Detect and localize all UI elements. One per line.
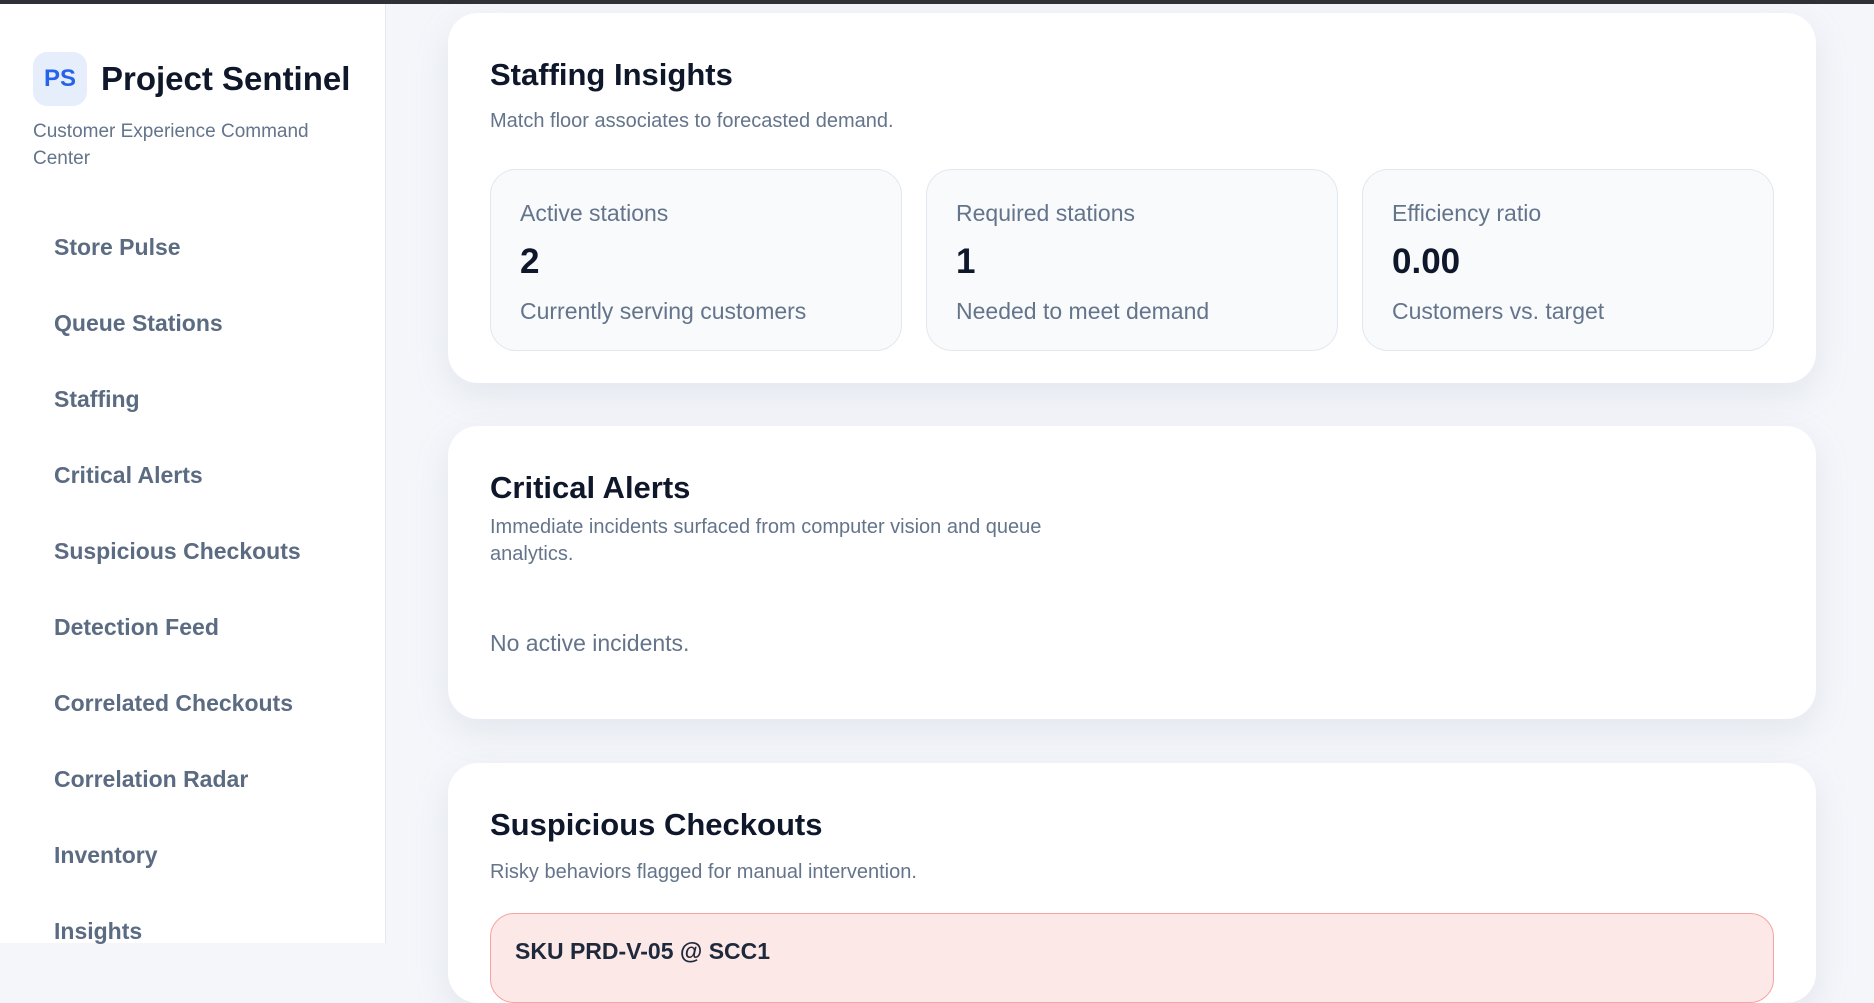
card-title: Suspicious Checkouts <box>490 807 823 842</box>
stat-note: Needed to meet demand <box>956 298 1210 324</box>
critical-alerts-card: Critical Alerts Immediate incidents surf… <box>448 426 1816 719</box>
brand-subtitle: Customer Experience Command Center <box>33 121 309 169</box>
stat-label: Required stations <box>956 200 1135 226</box>
stat-note: Currently serving customers <box>520 298 807 324</box>
card-title: Staffing Insights <box>490 57 733 92</box>
sidebar-item-inventory[interactable]: Inventory <box>33 817 353 893</box>
brand-logo: PS <box>33 52 87 106</box>
stat-value: 0.00 <box>1392 242 1461 281</box>
sidebar-item-suspicious-checkouts[interactable]: Suspicious Checkouts <box>33 513 353 589</box>
stat-label: Active stations <box>520 200 669 226</box>
sidebar-item-critical-alerts[interactable]: Critical Alerts <box>33 437 353 513</box>
sidebar-item-insights[interactable]: Insights <box>33 893 353 969</box>
stat-value: 1 <box>956 242 976 281</box>
brand-name: Project Sentinel <box>101 60 351 97</box>
suspicious-checkouts-card: Suspicious Checkouts Risky behaviors fla… <box>448 763 1816 1003</box>
sidebar-item-store-pulse[interactable]: Store Pulse <box>33 209 353 285</box>
stat-note: Customers vs. target <box>1392 298 1605 324</box>
stat-value: 2 <box>520 242 540 281</box>
card-subtitle: Risky behaviors flagged for manual inter… <box>490 861 917 883</box>
suspicious-checkout-label: SKU PRD-V-05 @ SCC1 <box>515 938 771 964</box>
stat-card-required-stations: Required stations 1 Needed to meet deman… <box>926 169 1338 351</box>
card-subtitle: Immediate incidents surfaced from comput… <box>490 516 1042 565</box>
stat-label: Efficiency ratio <box>1392 200 1542 226</box>
sidebar-item-queue-stations[interactable]: Queue Stations <box>33 285 353 361</box>
stat-card-efficiency-ratio: Efficiency ratio 0.00 Customers vs. targ… <box>1362 169 1774 351</box>
sidebar-item-correlated-checkouts[interactable]: Correlated Checkouts <box>33 665 353 741</box>
card-title: Critical Alerts <box>490 470 691 505</box>
staffing-insights-card: Staffing Insights Match floor associates… <box>448 13 1816 383</box>
empty-state-text: No active incidents. <box>490 630 690 656</box>
stat-card-active-stations: Active stations 2 Currently serving cust… <box>490 169 902 351</box>
sidebar-item-detection-feed[interactable]: Detection Feed <box>33 589 353 665</box>
main-content[interactable]: Staffing Insights Match floor associates… <box>386 4 1874 1003</box>
sidebar-item-staffing[interactable]: Staffing <box>33 361 353 437</box>
card-subtitle: Match floor associates to forecasted dem… <box>490 110 894 132</box>
brand: PS Project Sentinel <box>33 52 350 106</box>
suspicious-checkout-item[interactable]: SKU PRD-V-05 @ SCC1 <box>490 913 1774 1003</box>
sidebar-nav: Store Pulse Queue Stations Staffing Crit… <box>33 209 353 969</box>
sidebar-item-correlation-radar[interactable]: Correlation Radar <box>33 741 353 817</box>
sidebar: PS Project Sentinel Customer Experience … <box>0 4 386 944</box>
